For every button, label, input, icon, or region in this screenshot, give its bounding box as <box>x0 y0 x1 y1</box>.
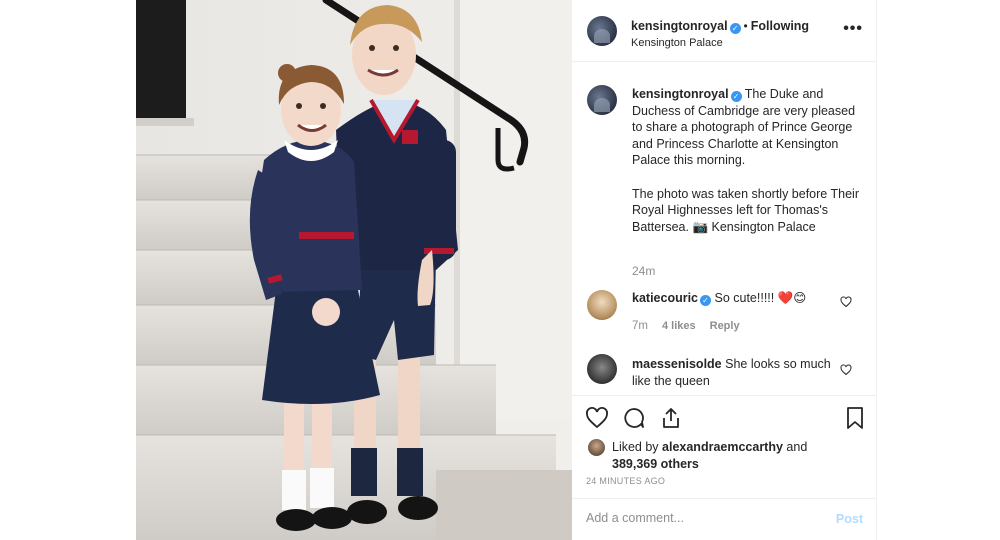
separator-dot: • <box>743 19 748 33</box>
author-avatar[interactable] <box>587 16 617 46</box>
commenter-avatar[interactable] <box>587 290 617 320</box>
comment-bubble-icon[interactable] <box>622 406 646 430</box>
post-actions: Liked by alexandraemccarthy and 389,369 … <box>572 395 877 498</box>
comment-input[interactable] <box>586 511 816 525</box>
liked-by-username[interactable]: alexandraemccarthy <box>662 440 783 454</box>
comment-likes[interactable]: 4 likes <box>662 320 696 332</box>
commenter-username[interactable]: katiecouric <box>632 291 698 305</box>
save-bookmark-icon[interactable] <box>843 406 867 430</box>
like-heart-icon[interactable] <box>585 406 609 430</box>
caption-author-avatar[interactable] <box>587 85 617 115</box>
post-comment-button[interactable]: Post <box>836 512 863 526</box>
comment-meta: 7m 4 likes Reply <box>632 320 754 332</box>
comment-body: So cute!!!!! ❤️😊 <box>714 291 807 305</box>
more-options-icon[interactable]: ••• <box>843 20 863 38</box>
like-comment-icon[interactable] <box>840 296 852 308</box>
verified-badge-icon: ✓ <box>729 23 741 34</box>
post-header: kensingtonroyal ✓ • Following Kensington Pa… <box>572 0 877 62</box>
commenter-username[interactable]: maessenisolde <box>632 357 722 371</box>
liker-avatar[interactable] <box>588 439 605 456</box>
share-icon[interactable] <box>659 406 683 430</box>
author-username[interactable]: kensingtonroyal <box>631 19 728 33</box>
comment-text: katiecouric ✓ So cute!!!!! ❤️😊 <box>632 290 832 307</box>
post-photo[interactable] <box>136 0 572 540</box>
caption-username[interactable]: kensingtonroyal <box>632 87 729 101</box>
verified-badge-icon: ✓ <box>700 295 712 306</box>
comment-time[interactable]: 7m <box>632 320 648 332</box>
caption-section: kensingtonroyal ✓ The Duke and Duchess of… <box>572 62 877 395</box>
following-button[interactable]: Following <box>751 19 809 33</box>
verified-badge-icon: ✓ <box>730 91 742 102</box>
add-comment-bar: Post <box>572 498 877 540</box>
caption-timestamp[interactable]: 24m <box>632 264 655 278</box>
caption-paragraph-2: The photo was taken shortly before Their… <box>632 186 859 234</box>
commenter-avatar[interactable] <box>587 354 617 384</box>
liked-by-suffix: and <box>782 440 808 454</box>
post-timestamp[interactable]: 24 MINUTES AGO <box>586 476 665 486</box>
liked-by-prefix: Liked by <box>612 440 663 454</box>
comment-text: maessenisolde She looks so much like the… <box>632 356 832 389</box>
like-comment-icon[interactable] <box>840 364 852 376</box>
caption-text: kensingtonroyal ✓ The Duke and Duchess of… <box>632 86 864 252</box>
post-side-panel: kensingtonroyal ✓ • Following Kensington Pa… <box>572 0 877 540</box>
liked-by-count[interactable]: 389,369 others <box>612 457 699 471</box>
reply-button[interactable]: Reply <box>710 320 740 332</box>
liked-by-text: Liked by alexandraemccarthy and 389,369 … <box>612 439 862 472</box>
post-location[interactable]: Kensington Palace <box>631 37 723 49</box>
